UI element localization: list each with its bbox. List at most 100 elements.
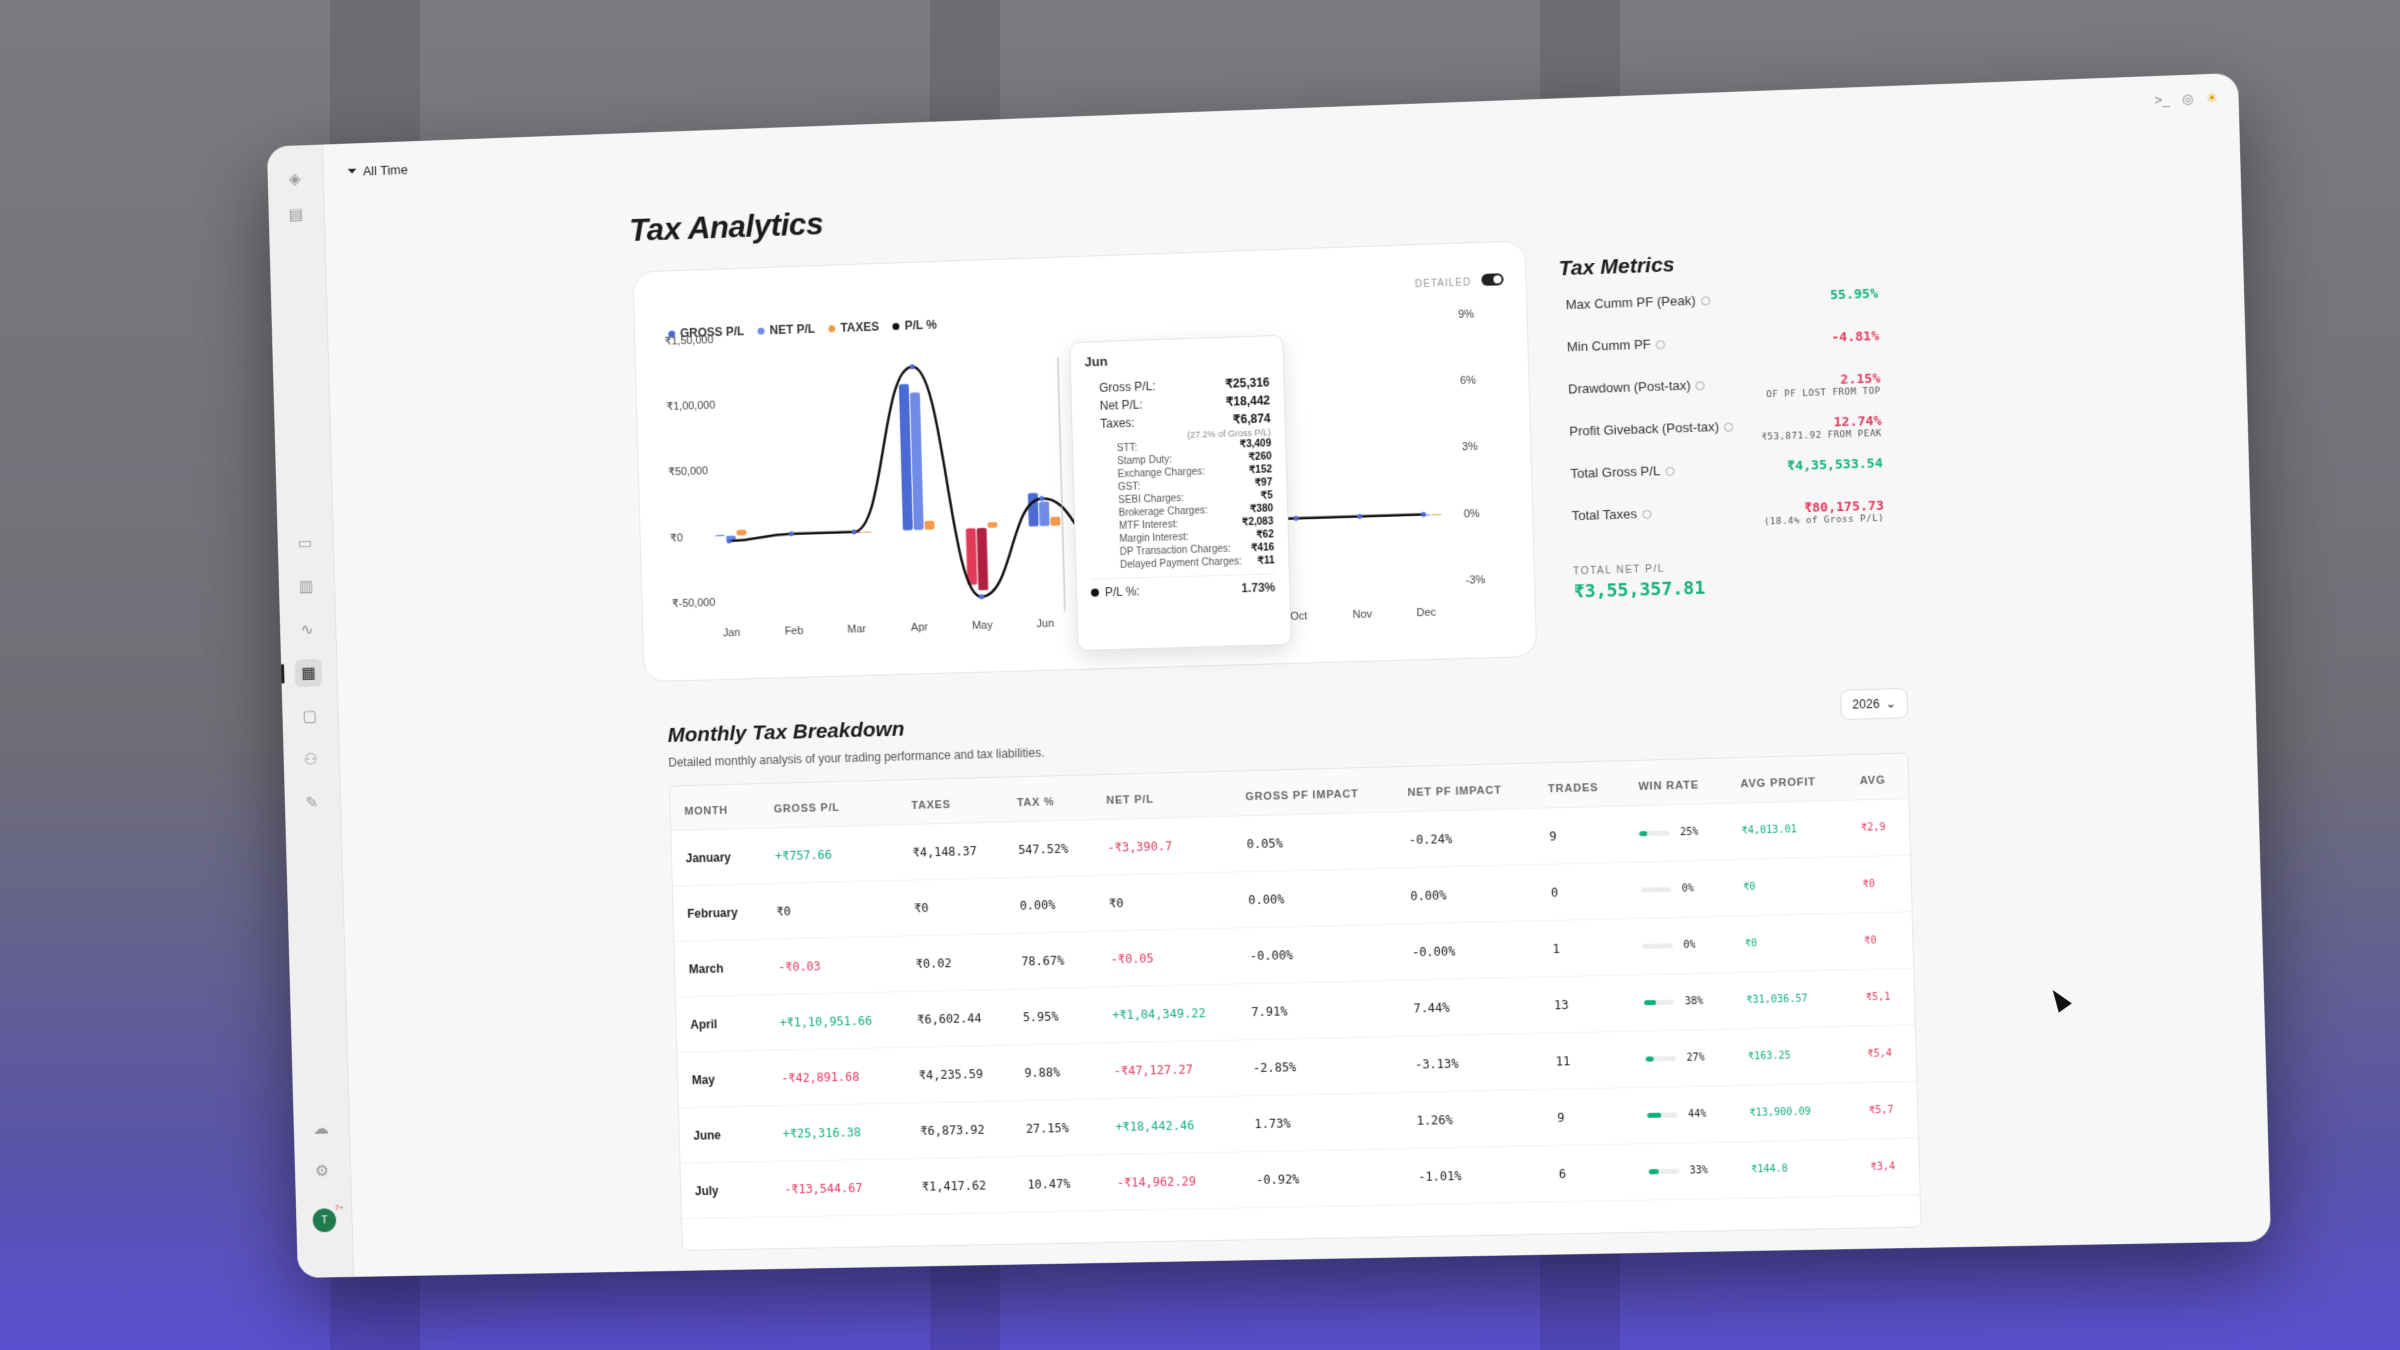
topbar: ⏷ All Time >_ ◎ ☀ [323, 73, 2240, 200]
cell-taxes: ₹0.02 [901, 933, 1009, 992]
terminal-icon[interactable]: >_ [2154, 92, 2170, 109]
total-net: TOTAL NET P/L ₹3,55,357.81 [1573, 557, 1899, 603]
column-header[interactable]: GROSS PF IMPACT [1230, 767, 1394, 817]
cell-taxes: ₹6,873.92 [905, 1100, 1013, 1159]
logo-icon[interactable]: ◈ [281, 165, 309, 194]
column-header[interactable]: AVG PROFIT [1725, 755, 1846, 804]
win-rate-text: 25% [1679, 826, 1699, 839]
cell-tax-pct: 27.15% [1011, 1098, 1103, 1157]
column-header[interactable]: NET PF IMPACT [1392, 763, 1535, 812]
tooltip-item-label: Stamp Duty: [1117, 454, 1173, 468]
win-rate-bar [1642, 943, 1674, 949]
tooltip-item-label: SEBI Charges: [1118, 493, 1185, 507]
column-header[interactable]: NET P/L [1091, 771, 1232, 820]
cell-gross-pf: 0.00% [1233, 868, 1398, 929]
table-body: January +₹757.66 ₹4,148.37 547.52% -₹3,3… [671, 798, 1920, 1219]
info-icon[interactable] [1724, 422, 1734, 432]
y2-tick-label: 0% [1464, 508, 1481, 521]
column-header[interactable]: TAXES [896, 777, 1004, 825]
breakdown-title: Monthly Tax Breakdown [667, 717, 905, 747]
bar-taxes [924, 520, 935, 530]
pen-icon[interactable]: ✎ [298, 789, 326, 817]
tooltip-item-value: ₹152 [1248, 464, 1273, 477]
win-rate-fill [1639, 831, 1648, 837]
column-header[interactable]: TAX % [1002, 775, 1093, 822]
cloud-icon[interactable]: ☁ [307, 1115, 335, 1143]
cell-month: January [671, 828, 763, 887]
column-header[interactable]: WIN RATE [1623, 758, 1727, 806]
metric-label-text: Total Taxes [1571, 506, 1638, 524]
x-tick-label: Jun [1036, 618, 1054, 631]
column-header[interactable]: TRADES [1533, 761, 1625, 809]
cell-month: April [675, 994, 767, 1053]
panel-icon[interactable]: ▤ [282, 200, 310, 229]
cell-avg-loss: ₹3,4 [1855, 1138, 1920, 1196]
cell-net-pf: -1.01% [1403, 1145, 1546, 1205]
cell-tax-pct: 547.52% [1003, 819, 1095, 878]
cell-gross-pf: -0.00% [1235, 924, 1399, 984]
tooltip-gross-value: ₹25,316 [1225, 375, 1270, 391]
win-rate-text: 44% [1687, 1108, 1707, 1121]
point-pl-pct [979, 594, 985, 600]
y-tick-label: ₹0 [670, 532, 683, 544]
chevron-down-icon: ⌄ [1885, 696, 1897, 711]
metric-value: ₹4,35,533.54 [1787, 456, 1883, 474]
cell-net: ₹0 [1094, 872, 1236, 932]
info-icon[interactable] [1665, 466, 1675, 477]
sun-icon[interactable]: ☀ [2206, 90, 2218, 107]
cell-month: February [672, 883, 764, 942]
cell-net: -₹0.05 [1095, 928, 1237, 988]
activity-icon[interactable]: ∿ [293, 616, 321, 644]
info-icon[interactable] [1655, 340, 1666, 350]
x-tick-label: Dec [1416, 607, 1437, 620]
compass-icon[interactable]: ◎ [2182, 91, 2194, 108]
win-rate-bar [1644, 999, 1675, 1006]
bar-taxes [987, 521, 998, 528]
year-select[interactable]: 2026 ⌄ [1840, 687, 1909, 721]
users-icon[interactable]: ⚇ [297, 745, 325, 773]
tax-doc-icon[interactable]: ▦ [294, 658, 323, 688]
info-icon[interactable] [1700, 296, 1711, 306]
filter-button[interactable]: ⏷ All Time [347, 161, 408, 179]
x-tick-label: Apr [911, 621, 929, 634]
tooltip-item-value: ₹2,083 [1241, 516, 1274, 529]
y2-tick-label: -3% [1465, 574, 1485, 587]
cell-month: June [678, 1105, 770, 1164]
bar-net [976, 527, 989, 591]
metric-label-text: Drawdown (Post-tax) [1567, 377, 1691, 397]
point-pl-pct [1420, 511, 1427, 518]
column-header[interactable]: AVG [1844, 753, 1909, 801]
cell-gross-pf: 1.73% [1239, 1092, 1404, 1152]
avatar[interactable]: T [312, 1208, 337, 1233]
cell-net-pf: -0.24% [1393, 808, 1536, 869]
tooltip-net-value: ₹18,442 [1225, 393, 1271, 409]
info-icon[interactable] [1642, 509, 1652, 520]
sidebar: ◈ ▤ ▭ ▥ ∿ ▦ ▢ ⚇ ✎ ☁ ⚙ T 7+ [266, 144, 355, 1278]
x-tick-label: May [972, 619, 993, 632]
info-icon[interactable] [1695, 381, 1706, 391]
point-pl-pct [1039, 495, 1045, 501]
metric-value-text: 2.15% [1840, 371, 1881, 388]
cell-taxes: ₹4,148.37 [898, 821, 1006, 881]
cell-avg-loss: ₹5,1 [1850, 968, 1915, 1027]
tooltip-pl-value: 1.73% [1241, 580, 1276, 596]
x-tick-label: Oct [1290, 610, 1307, 623]
calendar-icon[interactable]: ▢ [296, 702, 324, 730]
cell-gross: +₹25,316.38 [768, 1103, 908, 1162]
hover-guide-line [1058, 357, 1065, 611]
metric-label: Drawdown (Post-tax) [1567, 377, 1706, 397]
column-header[interactable]: MONTH [670, 784, 761, 831]
settings-icon[interactable]: ⚙ [308, 1157, 336, 1185]
filter-icon: ⏷ [346, 162, 358, 179]
chart-card: GROSS P/L NET P/L TAXES P/L % DETAILED ₹… [632, 240, 1538, 683]
cell-net-pf: -0.00% [1397, 920, 1540, 981]
metric-label: Total Taxes [1571, 506, 1652, 524]
column-header[interactable]: GROSS P/L [759, 780, 899, 829]
cell-avg-profit: ₹144.8 [1736, 1139, 1858, 1199]
bar-chart-icon[interactable]: ▥ [292, 572, 320, 600]
metric-note: OF PF LOST FROM TOP [1766, 386, 1881, 401]
cell-taxes: ₹1,417.62 [907, 1156, 1015, 1215]
breakdown-subtitle: Detailed monthly analysis of your tradin… [668, 745, 1045, 770]
y-tick-label: ₹50,000 [668, 466, 708, 479]
book-icon[interactable]: ▭ [291, 529, 319, 557]
